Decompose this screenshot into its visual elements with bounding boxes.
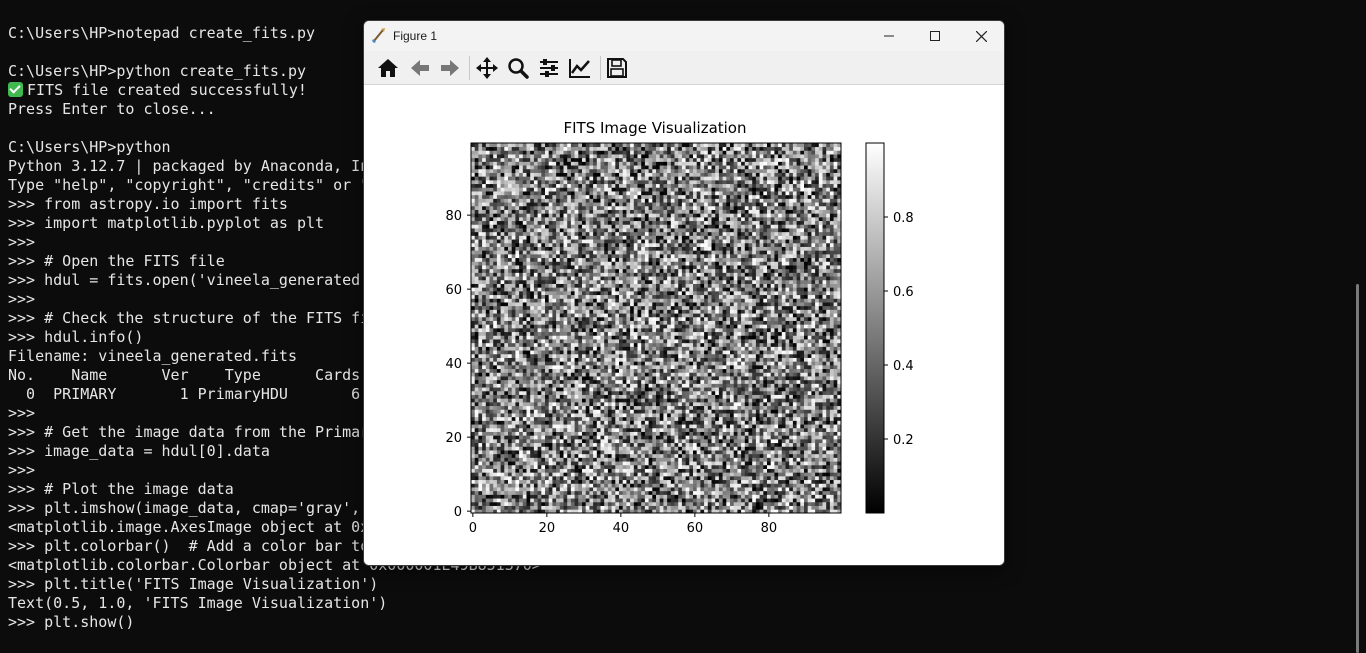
terminal-line: Python 3.12.7 | packaged by Anaconda, In bbox=[8, 157, 370, 175]
terminal-line-text: FITS file created successfully! bbox=[27, 81, 307, 99]
x-tick-label: 40 bbox=[613, 521, 630, 536]
zoom-icon bbox=[508, 58, 529, 79]
terminal-line: FITS file created successfully! bbox=[8, 81, 307, 100]
terminal-line: Text(0.5, 1.0, 'FITS Image Visualization… bbox=[8, 594, 388, 612]
terminal-line: >>> plt.show() bbox=[8, 613, 135, 631]
edit-axis-icon bbox=[569, 59, 590, 78]
terminal-line: No. Name Ver Type Cards bbox=[8, 366, 361, 384]
configure-subplots-icon bbox=[540, 59, 558, 77]
terminal-line: 0 PRIMARY 1 PrimaryHDU 6 bbox=[8, 385, 361, 403]
terminal-line: >>> bbox=[8, 404, 36, 422]
terminal-line: >>> image_data = hdul[0].data bbox=[8, 442, 270, 460]
y-tick-label: 20 bbox=[445, 431, 462, 446]
close-button[interactable] bbox=[958, 21, 1004, 51]
terminal-line: >>> hdul.info() bbox=[8, 328, 144, 346]
x-tick-label: 80 bbox=[761, 521, 778, 536]
close-icon bbox=[975, 30, 987, 42]
terminal-line: >>> plt.imshow(image_data, cmap='gray', bbox=[8, 499, 361, 517]
save-icon bbox=[607, 58, 627, 78]
terminal-line: >>> import matplotlib.pyplot as plt bbox=[8, 214, 325, 232]
terminal-line: C:\Users\HP>notepad create_fits.py bbox=[8, 24, 316, 42]
terminal-line: >>> bbox=[8, 233, 36, 251]
pan-button[interactable] bbox=[473, 54, 501, 82]
terminal-line: >>> bbox=[8, 461, 36, 479]
figure-titlebar[interactable]: Figure 1 bbox=[364, 21, 1004, 51]
x-tick-label: 20 bbox=[539, 521, 556, 536]
chart-title: FITS Image Visualization bbox=[564, 119, 747, 137]
back-button[interactable] bbox=[406, 54, 434, 82]
terminal-line: C:\Users\HP>python create_fits.py bbox=[8, 62, 307, 80]
x-tick-label: 60 bbox=[687, 521, 704, 536]
colorbar-tick-label: 0.2 bbox=[893, 433, 914, 448]
terminal-line: Press Enter to close... bbox=[8, 100, 216, 118]
check-mark-icon bbox=[8, 82, 23, 97]
colorbar bbox=[865, 142, 885, 514]
terminal-line: <matplotlib.image.AxesImage object at 0x bbox=[8, 518, 370, 536]
terminal-line: >>> bbox=[8, 290, 36, 308]
window-title: Figure 1 bbox=[393, 29, 438, 43]
terminal-line: Type "help", "copyright", "credits" or " bbox=[8, 176, 370, 194]
terminal-line: C:\Users\HP>python bbox=[8, 138, 171, 156]
toolbar-separator bbox=[469, 56, 470, 80]
colorbar-axis: 0.2 0.4 0.6 0.8 bbox=[884, 211, 914, 448]
y-tick-label: 0 bbox=[454, 505, 462, 520]
terminal-line: Filename: vineela_generated.fits bbox=[8, 347, 297, 365]
matplotlib-app-icon bbox=[372, 28, 385, 43]
home-button[interactable] bbox=[374, 54, 402, 82]
forward-icon bbox=[441, 60, 459, 76]
terminal-line: >>> plt.title('FITS Image Visualization'… bbox=[8, 575, 379, 593]
x-tick-label: 0 bbox=[469, 521, 477, 536]
colorbar-tick-label: 0.8 bbox=[893, 211, 914, 226]
edit-axis-button[interactable] bbox=[566, 54, 594, 82]
terminal-line: >>> # Open the FITS file bbox=[8, 252, 225, 270]
heatmap-image bbox=[471, 143, 842, 514]
figure-window[interactable]: Figure 1 FITS Image Visualization 0 20 4… bbox=[363, 20, 1005, 566]
terminal-line: >>> # Plot the image data bbox=[8, 480, 234, 498]
y-axis: 0 20 40 60 80 bbox=[445, 209, 471, 520]
plot-canvas[interactable]: FITS Image Visualization 0 20 40 60 80 0 20 40… bbox=[364, 85, 1004, 565]
terminal-scrollbar[interactable] bbox=[1356, 284, 1359, 653]
terminal-line: >>> # Check the structure of the FITS fi bbox=[8, 309, 370, 327]
colorbar-tick-label: 0.4 bbox=[893, 359, 914, 374]
chart-svg: FITS Image Visualization 0 20 40 60 80 0 20 40… bbox=[445, 119, 914, 536]
terminal-line: >>> hdul = fits.open('vineela_generated bbox=[8, 271, 361, 289]
zoom-button[interactable] bbox=[504, 54, 532, 82]
terminal-line: >>> # Get the image data from the Primar bbox=[8, 423, 370, 441]
home-icon bbox=[378, 59, 398, 77]
back-icon bbox=[411, 60, 429, 76]
maximize-button[interactable] bbox=[912, 21, 958, 51]
terminal-line: >>> from astropy.io import fits bbox=[8, 195, 288, 213]
maximize-icon bbox=[930, 31, 940, 41]
y-tick-label: 40 bbox=[445, 357, 462, 372]
minimize-icon bbox=[884, 35, 894, 37]
pan-icon bbox=[476, 57, 498, 79]
forward-button[interactable] bbox=[436, 54, 464, 82]
minimize-button[interactable] bbox=[866, 21, 912, 51]
save-button[interactable] bbox=[603, 54, 631, 82]
x-axis: 0 20 40 60 80 bbox=[469, 513, 777, 536]
y-tick-label: 80 bbox=[445, 209, 462, 224]
y-tick-label: 60 bbox=[445, 283, 462, 298]
terminal-line: >>> plt.colorbar() # Add a color bar to bbox=[8, 537, 370, 555]
matplotlib-toolbar bbox=[364, 51, 1004, 85]
configure-subplots-button[interactable] bbox=[535, 54, 563, 82]
colorbar-tick-label: 0.6 bbox=[893, 285, 914, 300]
toolbar-separator bbox=[600, 56, 601, 80]
